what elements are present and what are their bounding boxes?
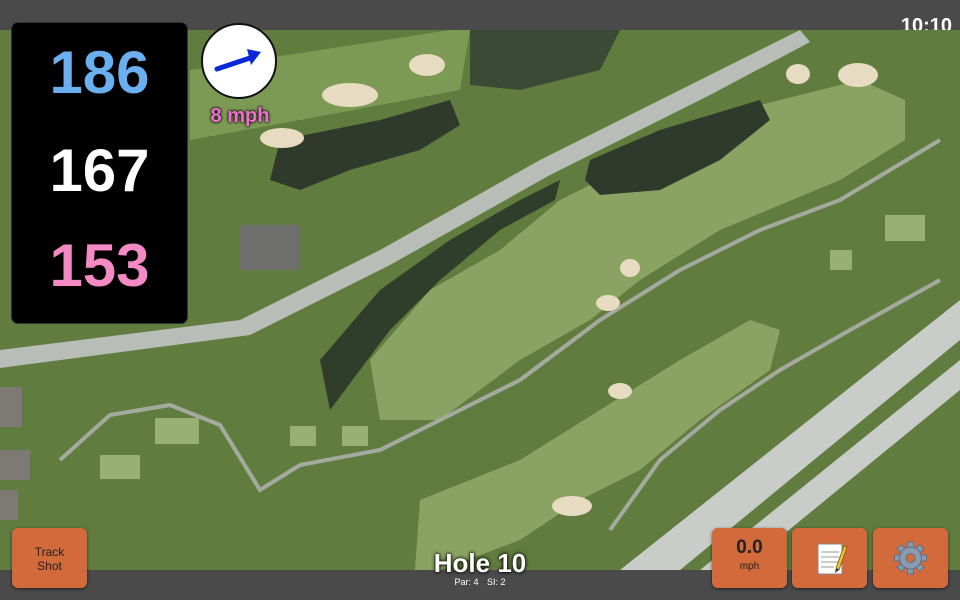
back-distance: 186 bbox=[49, 39, 150, 106]
hole-stroke-index: SI: 2 bbox=[487, 577, 506, 587]
track-shot-label-line1: Track bbox=[34, 545, 65, 559]
hole-info: Par: 4 SI: 2 bbox=[380, 577, 580, 587]
front-distance: 153 bbox=[49, 232, 150, 299]
wind-indicator bbox=[201, 23, 277, 99]
hole-par: Par: 4 bbox=[454, 577, 479, 587]
speed-value: 0.0 bbox=[736, 537, 763, 558]
settings-button[interactable] bbox=[873, 528, 948, 588]
track-shot-button[interactable]: Track Shot bbox=[12, 528, 87, 588]
middle-distance: 167 bbox=[49, 137, 150, 204]
yardage-panel: 186 167 153 bbox=[12, 23, 187, 323]
arrow-right-icon bbox=[214, 49, 261, 72]
hole-title: Hole 10 bbox=[433, 548, 527, 578]
track-shot-label-line2: Shot bbox=[37, 559, 62, 573]
wind-speed: 8 mph bbox=[210, 105, 270, 127]
speed-button[interactable]: 0.0 mph bbox=[712, 528, 787, 588]
notes-button[interactable] bbox=[792, 528, 867, 588]
notepad-icon bbox=[817, 543, 848, 575]
gear-icon bbox=[894, 541, 927, 575]
speed-unit: mph bbox=[739, 561, 760, 572]
